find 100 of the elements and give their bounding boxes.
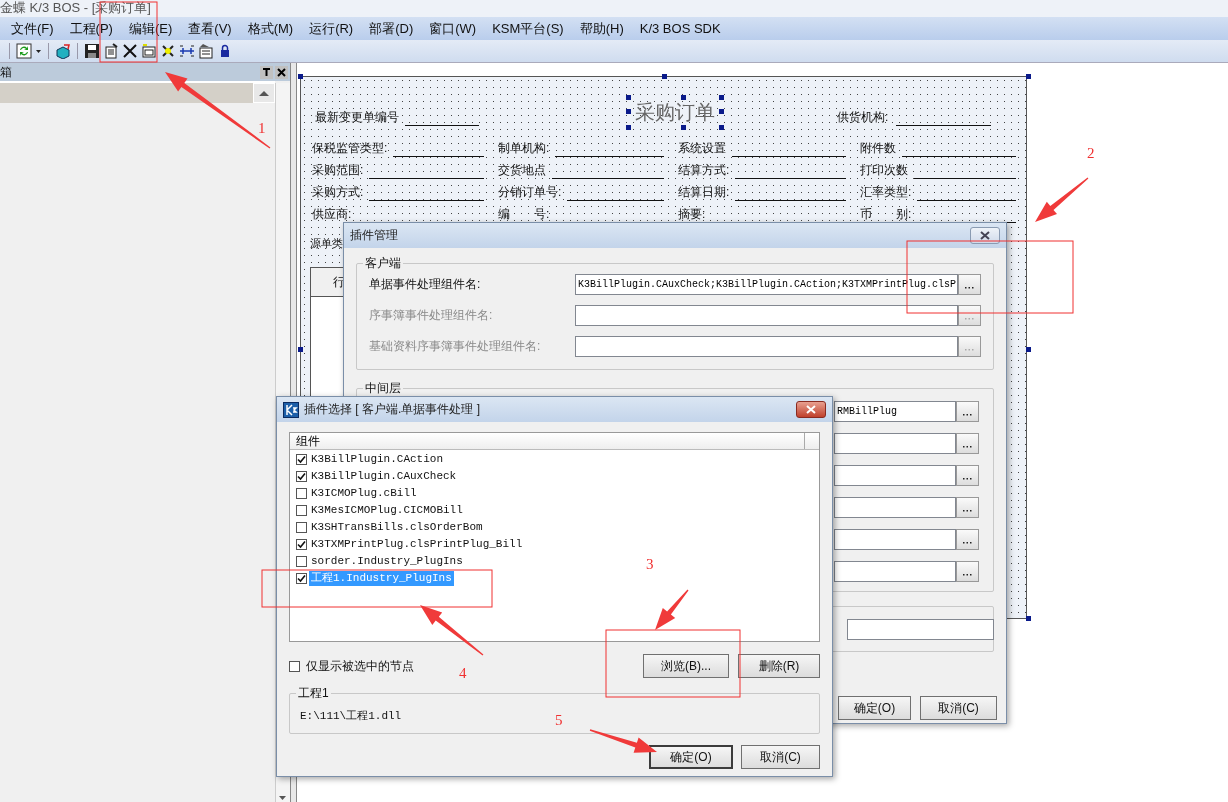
document-icon[interactable]	[103, 43, 119, 59]
list-item[interactable]: K3BillPlugin.CAuxCheck	[309, 469, 459, 484]
checkbox[interactable]	[296, 471, 307, 482]
close-icon[interactable]	[275, 65, 288, 79]
field-label: 基础资料序事簿事件处理组件名:	[369, 338, 542, 355]
ellipsis-button[interactable]	[956, 497, 979, 518]
input-field[interactable]: RMBillPlug	[834, 401, 956, 422]
ellipsis-icon	[963, 572, 972, 576]
checkbox[interactable]	[289, 660, 300, 672]
ellipsis-button[interactable]	[956, 401, 979, 422]
ellipsis-icon	[965, 285, 974, 289]
menu-item[interactable]: K/3 BOS SDK	[631, 19, 729, 38]
input-field[interactable]	[834, 465, 956, 486]
checkbox[interactable]	[296, 573, 307, 584]
menu-item[interactable]: KSM平台(S)	[484, 17, 572, 40]
menu-item[interactable]: 运行(R)	[301, 17, 362, 40]
menu-item[interactable]: 文件(F)	[3, 17, 62, 40]
menu-item[interactable]: 查看(V)	[180, 17, 240, 40]
field-label: 最新变更单编号	[315, 109, 399, 126]
ok-button[interactable]: 确定(O)	[838, 696, 911, 720]
input-field[interactable]	[847, 618, 994, 640]
scroll-up-button[interactable]	[253, 83, 275, 103]
resize-handle[interactable]	[626, 109, 631, 114]
field-label: 币 别:	[860, 206, 912, 223]
group-title: 客户端	[363, 255, 403, 272]
checkbox[interactable]	[296, 539, 307, 550]
list-item[interactable]: K3ICMOPlug.cBill	[309, 486, 419, 501]
ok-button[interactable]: 确定(O)	[649, 745, 733, 769]
checkbox-label[interactable]: 仅显示被选中的节点	[306, 657, 414, 675]
caret-up-icon	[259, 90, 269, 96]
resize-handle[interactable]	[719, 109, 724, 114]
field-label: 结算日期:	[678, 184, 730, 201]
ellipsis-button[interactable]	[956, 433, 979, 454]
resize-handle[interactable]	[719, 95, 724, 100]
refresh-icon[interactable]	[16, 43, 32, 59]
resize-handle[interactable]	[1026, 616, 1031, 621]
resize-handle[interactable]	[662, 74, 667, 79]
list-item[interactable]: sorder.Industry_PlugIns	[309, 554, 465, 569]
list-item[interactable]: K3TXMPrintPlug.clsPrintPlug_Bill	[309, 537, 525, 552]
field-label: 单据事件处理组件名:	[369, 276, 482, 293]
resize-handle[interactable]	[298, 74, 303, 79]
input-field[interactable]	[834, 433, 956, 454]
input-field[interactable]: K3BillPlugin.CAuxCheck;K3BillPlugin.CAction;K3TXMPrintPlug.clsP	[575, 274, 958, 295]
checkbox[interactable]	[296, 488, 307, 499]
form-title: 采购订单	[635, 101, 715, 123]
input-field[interactable]	[575, 305, 958, 326]
resize-handle[interactable]	[719, 125, 724, 130]
cancel-button[interactable]: 取消(C)	[741, 745, 820, 769]
ellipsis-button[interactable]	[958, 305, 981, 326]
resize-handle[interactable]	[1026, 347, 1031, 352]
list-item[interactable]: K3MesICMOPlug.CICMOBill	[309, 503, 465, 518]
menu-item[interactable]: 帮助(H)	[571, 17, 632, 40]
browse-button[interactable]: 浏览(B)...	[643, 654, 729, 678]
field-label: 供货机构:	[837, 109, 889, 126]
arrow	[655, 589, 689, 630]
input-field[interactable]	[575, 336, 958, 357]
delete-button[interactable]: 删除(R)	[738, 654, 820, 678]
list-item[interactable]: K3SHTransBills.clsOrderBom	[309, 520, 485, 535]
ellipsis-icon	[963, 476, 972, 480]
ellipsis-button[interactable]	[956, 529, 979, 550]
resize-handle[interactable]	[681, 95, 686, 100]
ellipsis-button[interactable]	[956, 465, 979, 486]
cube-icon[interactable]	[55, 43, 71, 59]
save-icon[interactable]	[84, 43, 100, 59]
dialog-title: 插件选择 [ 客户端.单据事件处理 ]	[304, 401, 481, 418]
properties-icon[interactable]	[198, 43, 214, 59]
checkbox[interactable]	[296, 522, 307, 533]
caret-down-icon[interactable]	[276, 793, 289, 802]
input-field[interactable]	[834, 497, 956, 518]
field-label: 采购范围:	[312, 162, 364, 179]
input-field[interactable]	[834, 529, 956, 550]
pin-icon[interactable]	[260, 65, 273, 79]
resize-handle[interactable]	[1026, 74, 1031, 79]
ellipsis-button[interactable]	[958, 336, 981, 357]
delete-icon[interactable]	[122, 43, 138, 59]
ellipsis-button[interactable]	[958, 274, 981, 295]
resize-handle[interactable]	[626, 95, 631, 100]
menu-item[interactable]: 编辑(E)	[120, 17, 181, 40]
resize-handle[interactable]	[681, 125, 686, 130]
menu-item[interactable]: 格式(M)	[239, 17, 302, 40]
checkbox[interactable]	[296, 454, 307, 465]
list-item[interactable]: K3BillPlugin.CAction	[309, 452, 446, 467]
cross-icon[interactable]	[160, 43, 176, 59]
column-header: 行	[333, 273, 345, 291]
ellipsis-button[interactable]	[956, 561, 979, 582]
close-button[interactable]	[796, 401, 826, 418]
field-label: 打印次数	[860, 162, 908, 179]
input-field[interactable]	[834, 561, 956, 582]
field-label: 序事簿事件处理组件名:	[369, 307, 494, 324]
checkbox[interactable]	[296, 505, 307, 516]
field-label: 交货地点	[498, 162, 546, 179]
resize-handle[interactable]	[298, 347, 303, 352]
checkbox[interactable]	[296, 556, 307, 567]
menu-item[interactable]: 窗口(W)	[421, 17, 485, 40]
align-icon[interactable]	[179, 43, 195, 59]
cancel-button[interactable]: 取消(C)	[920, 696, 997, 720]
resize-handle[interactable]	[626, 125, 631, 130]
window-icon[interactable]	[141, 43, 157, 59]
menu-item[interactable]: 部署(D)	[361, 17, 422, 40]
menu-item[interactable]: 工程(P)	[61, 17, 121, 40]
